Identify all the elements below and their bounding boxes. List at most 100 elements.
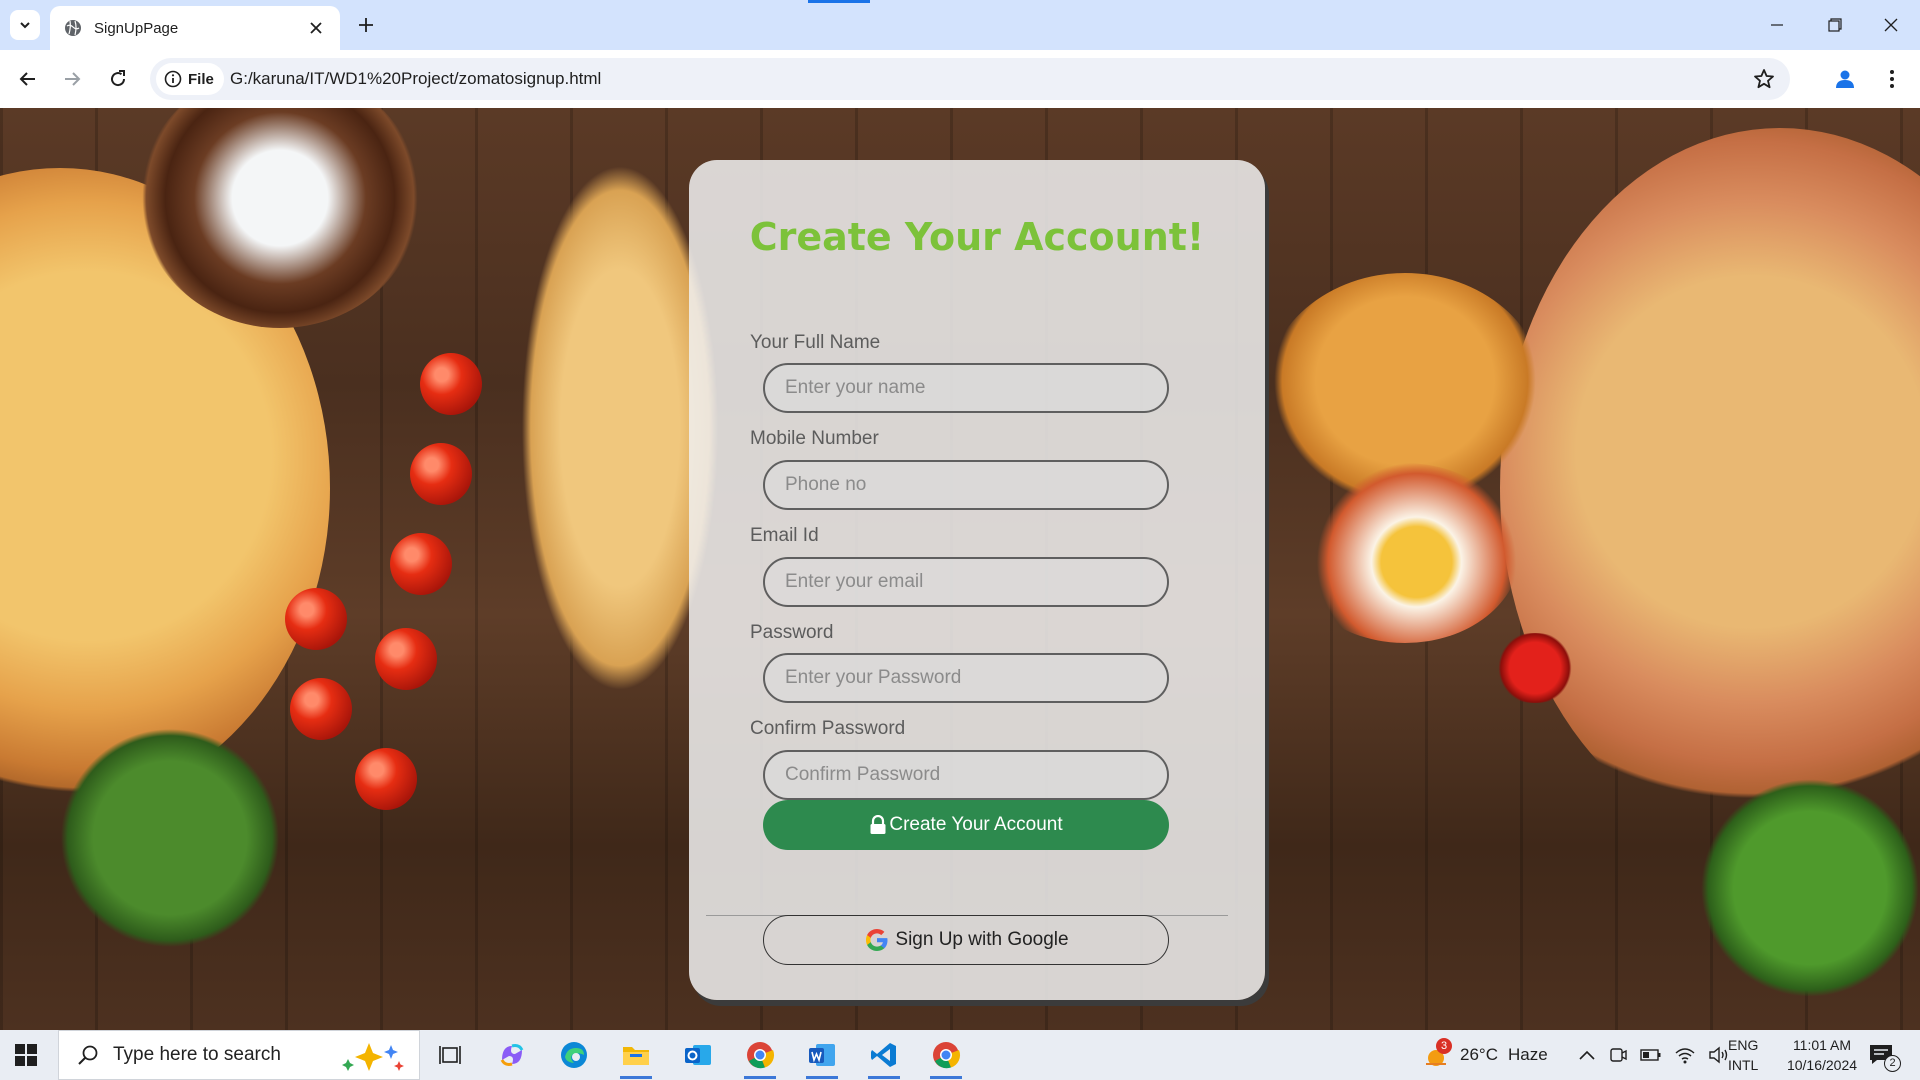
windows-icon [15,1044,37,1066]
meet-now-icon[interactable] [1608,1045,1628,1065]
create-account-button[interactable]: Create Your Account [763,800,1169,850]
task-view-button[interactable] [430,1036,470,1074]
background-pizza-right [1500,128,1920,848]
background-tomato [285,588,347,650]
clock-date: 10/16/2024 [1786,1057,1858,1073]
chrome-icon [933,1042,961,1069]
chevron-up-icon[interactable] [1578,1049,1596,1061]
signup-card: Create Your Account! Your Full Name Mobi… [689,160,1265,1000]
minimize-button[interactable] [1748,0,1806,50]
info-icon [164,70,182,88]
loading-indicator [808,0,870,3]
weather-sun-icon: 3 [1424,1038,1452,1070]
confirm-password-label: Confirm Password [750,718,906,739]
password-label: Password [750,622,834,643]
clock[interactable]: 11:01 AM 10/16/2024 [1772,1030,1872,1080]
outlook-icon [685,1045,711,1065]
chrome-app[interactable] [740,1036,780,1079]
edge-app[interactable] [554,1036,594,1074]
edge-icon [561,1042,587,1068]
background-tomato [420,353,482,415]
more-vertical-icon [1890,70,1894,88]
copilot-app[interactable] [492,1036,532,1074]
url-text[interactable]: G:/karuna/IT/WD1%20Project/zomatosignup.… [230,58,601,100]
mobile-number-label: Mobile Number [750,428,879,449]
restore-icon [1828,18,1842,32]
reload-icon [111,70,126,87]
tab-title: SignUpPage [94,19,179,37]
file-explorer-app[interactable] [616,1036,656,1079]
arrow-left-icon [19,72,35,86]
browser-toolbar: File G:/karuna/IT/WD1%20Project/zomatosi… [0,50,1920,108]
arrow-right-icon [65,72,81,86]
background-chili [1490,633,1580,703]
tab-signuppage[interactable]: SignUpPage [50,6,340,50]
language-indicator[interactable]: ENG INTL [1728,1030,1758,1080]
bookmark-star-icon[interactable] [1752,67,1776,91]
taskbar: Type here to search 3 26°C Haze ENG INTL… [0,1030,1920,1080]
google-g-icon [866,929,888,951]
close-icon [1884,18,1898,32]
background-tomato [390,533,452,595]
copilot-sparkle-icon [342,1043,404,1071]
wifi-icon[interactable] [1674,1046,1696,1064]
chevron-down-icon [20,22,30,29]
password-input[interactable] [763,653,1169,703]
email-label: Email Id [750,525,819,546]
weather-temperature: 26°C [1460,1045,1498,1064]
google-signup-button[interactable]: Sign Up with Google [763,915,1169,965]
weather-badge: 3 [1436,1038,1452,1054]
page-viewport: Create Your Account! Your Full Name Mobi… [0,108,1920,1030]
battery-icon[interactable] [1640,1048,1662,1062]
close-tab-icon[interactable] [306,18,326,38]
word-icon [809,1044,835,1066]
confirm-password-input[interactable] [763,750,1169,800]
volume-icon[interactable] [1708,1046,1730,1064]
taskbar-search-placeholder: Type here to search [113,1044,281,1065]
search-icon [78,1045,98,1065]
language-line2: INTL [1728,1057,1759,1073]
copilot-icon [500,1044,524,1066]
profile-button[interactable] [1830,64,1860,94]
chrome-icon [747,1042,775,1069]
task-view-icon [439,1046,461,1064]
site-info-chip[interactable]: File [156,63,224,95]
notification-center-button[interactable]: 2 [1868,1030,1904,1080]
taskbar-search-box[interactable]: Type here to search [58,1030,420,1080]
browser-tab-strip: SignUpPage [0,0,1920,50]
browser-menu-button[interactable] [1880,64,1904,94]
account-icon [1836,70,1854,88]
word-app[interactable] [802,1036,842,1079]
new-tab-button[interactable] [352,11,380,39]
notification-count: 2 [1884,1055,1901,1072]
lock-icon [870,815,886,834]
background-tomato [290,678,352,740]
vscode-app[interactable] [864,1036,904,1079]
chrome-app-2[interactable] [926,1036,966,1079]
mobile-number-input[interactable] [763,460,1169,510]
folder-icon [623,1047,649,1065]
page-title: Create Your Account! [749,215,1205,259]
full-name-label: Your Full Name [750,332,881,353]
notification-icon: 2 [1868,1040,1904,1072]
weather-widget[interactable]: 3 26°C Haze [1424,1030,1548,1080]
clock-time: 11:01 AM [1792,1037,1852,1053]
back-button[interactable] [12,63,44,95]
full-name-input[interactable] [763,363,1169,413]
address-bar[interactable]: File G:/karuna/IT/WD1%20Project/zomatosi… [150,58,1790,100]
start-button[interactable] [10,1039,42,1071]
close-window-button[interactable] [1862,0,1920,50]
weather-description: Haze [1507,1045,1548,1064]
system-tray-icons [1578,1030,1730,1080]
outlook-app[interactable] [678,1036,718,1074]
tab-search-button[interactable] [10,10,40,40]
forward-button[interactable] [56,63,88,95]
background-tomato [375,628,437,690]
restore-button[interactable] [1806,0,1864,50]
site-chip-label: File [188,70,214,88]
minimize-icon [1771,24,1783,26]
email-input[interactable] [763,557,1169,607]
background-tomato [410,443,472,505]
reload-button[interactable] [102,63,134,95]
create-account-label: Create Your Account [889,814,1063,835]
